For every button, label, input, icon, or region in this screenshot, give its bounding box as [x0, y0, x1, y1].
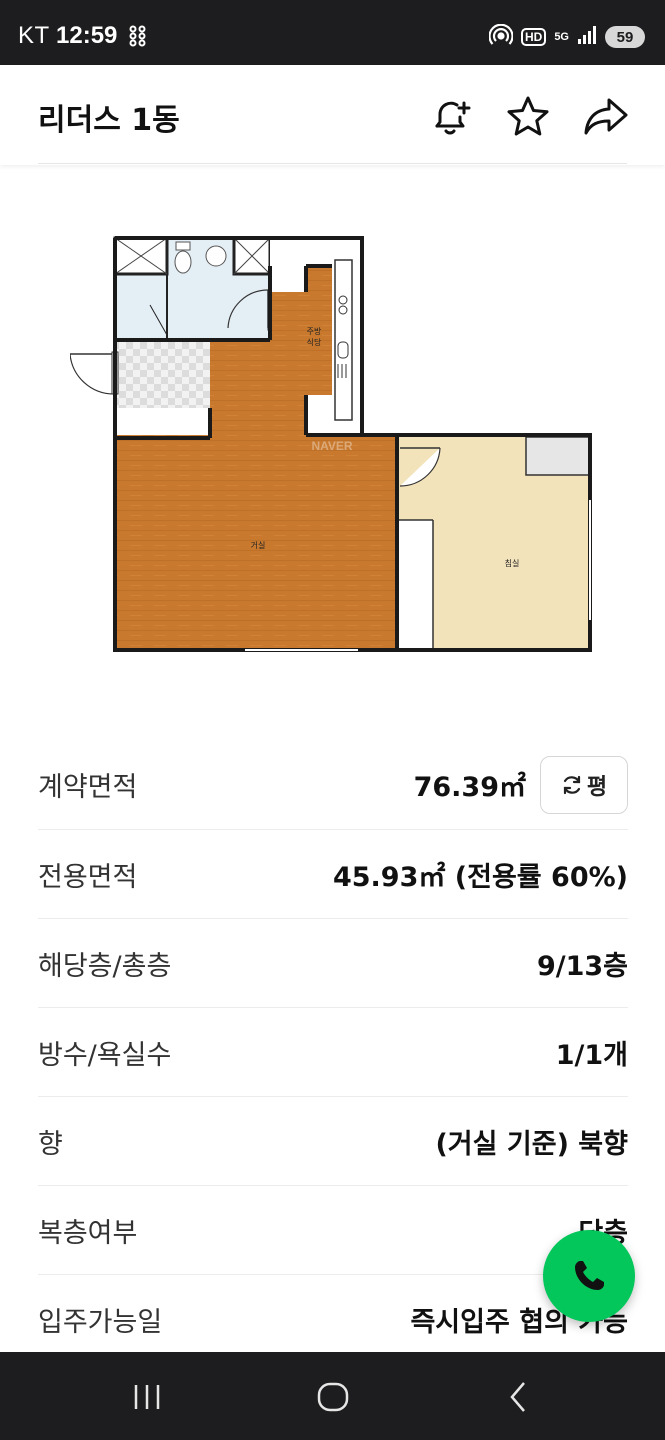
- info-row-rooms: 방수/욕실수 1/1개: [38, 1008, 628, 1097]
- hd-voice-icon: HD: [520, 28, 547, 46]
- property-info-list: 계약면적 76.39㎡ 평 전용면적 45.93㎡ (전용률 60%) 해당층/…: [38, 740, 628, 1364]
- room-label-living: 거실: [251, 540, 266, 550]
- info-row-floor: 해당층/총층 9/13층: [38, 919, 628, 1008]
- star-icon: [507, 96, 549, 136]
- phone-icon: [575, 1261, 604, 1290]
- refresh-icon: [563, 775, 580, 794]
- room-label-bedroom: 침실: [505, 558, 520, 568]
- home-icon: [317, 1382, 349, 1412]
- watermark: NAVER: [311, 439, 352, 453]
- hotspot-icon: [488, 23, 514, 50]
- info-row-exclusive-area: 전용면적 45.93㎡ (전용률 60%): [38, 830, 628, 919]
- favorite-button[interactable]: [504, 93, 552, 141]
- app-header: 리더스 1동: [0, 65, 665, 165]
- info-value: 1/1개: [555, 1039, 628, 1071]
- system-nav-bar: [0, 1352, 665, 1440]
- signal-icon: [577, 25, 597, 49]
- recent-apps-icon: [134, 1385, 160, 1409]
- share-icon: [584, 98, 628, 135]
- info-row-move-in: 입주가능일 즉시입주 협의 가능: [38, 1275, 628, 1364]
- carrier-label: KT: [18, 22, 50, 49]
- home-button[interactable]: [308, 1374, 358, 1420]
- share-button[interactable]: [582, 93, 630, 141]
- info-label: 입주가능일: [38, 1307, 163, 1338]
- clock: 12:59: [56, 22, 118, 49]
- header-divider: [38, 163, 627, 164]
- call-button[interactable]: [543, 1230, 635, 1322]
- page-title: 리더스 1동: [38, 103, 180, 138]
- bell-plus-icon: [435, 101, 471, 135]
- room-label-kitchen-1: 주방: [307, 326, 322, 336]
- info-value: (거실 기준) 북향: [435, 1128, 628, 1160]
- battery-indicator: 59: [605, 26, 645, 48]
- floor-plan-image: 주방 식당 거실 침실 NAVER: [69, 230, 600, 660]
- back-icon: [510, 1382, 525, 1412]
- info-row-contract-area: 계약면적 76.39㎡ 평: [38, 740, 628, 830]
- info-label: 방수/욕실수: [38, 1039, 172, 1071]
- back-button[interactable]: [494, 1374, 544, 1420]
- app-grid-icon: [128, 25, 148, 51]
- info-row-direction: 향 (거실 기준) 북향: [38, 1097, 628, 1186]
- info-label: 해당층/총층: [38, 950, 172, 982]
- info-value: 9/13층: [536, 950, 628, 982]
- info-value: 45.93㎡ (전용률 60%): [332, 861, 628, 893]
- unit-toggle-button[interactable]: 평: [540, 755, 628, 814]
- status-bar: KT 12:59 HD 5G 59: [0, 0, 665, 65]
- network-type-icon: 5G: [554, 30, 569, 43]
- info-label: 계약면적: [38, 772, 138, 803]
- unit-toggle-label: 평: [586, 774, 608, 800]
- info-label: 향: [38, 1128, 63, 1160]
- info-label: 복층여부: [38, 1217, 138, 1249]
- value-group: 76.39㎡ 평: [413, 755, 628, 814]
- info-label: 전용면적: [38, 861, 138, 893]
- info-row-duplex: 복층여부 단층: [38, 1186, 628, 1275]
- info-value: 76.39㎡: [413, 772, 526, 803]
- recent-apps-button[interactable]: [122, 1374, 172, 1420]
- room-label-kitchen-2: 식당: [307, 337, 322, 347]
- alert-add-button[interactable]: [428, 93, 476, 141]
